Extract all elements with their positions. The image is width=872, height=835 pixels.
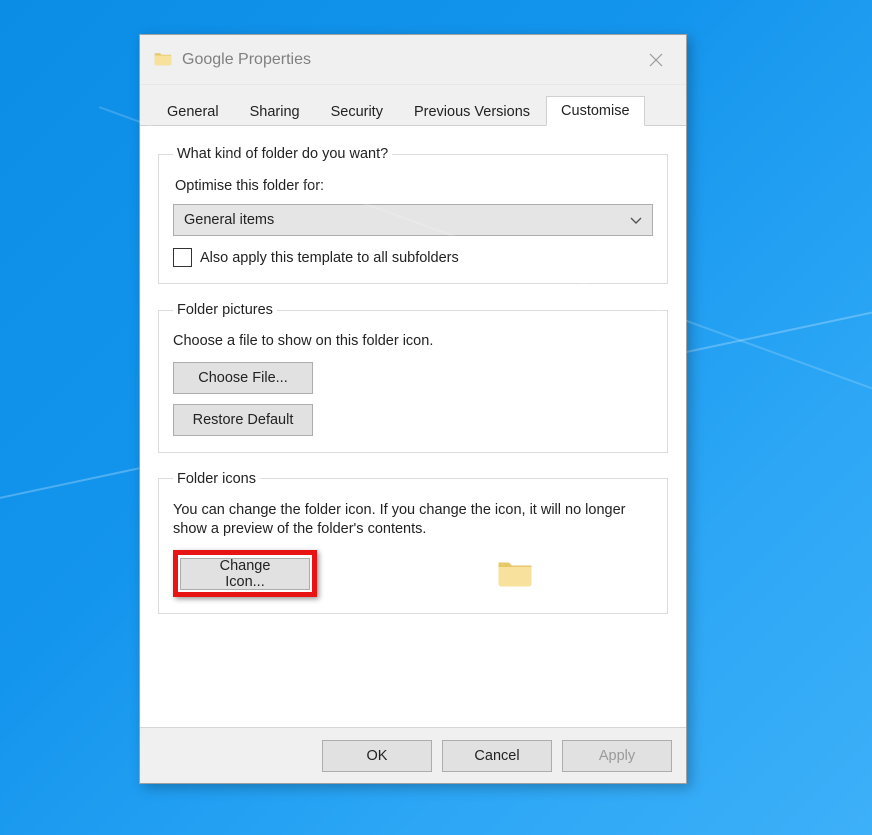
group-folder-kind-legend: What kind of folder do you want? bbox=[173, 146, 392, 162]
group-folder-kind: What kind of folder do you want? Optimis… bbox=[158, 146, 668, 284]
properties-dialog: Google Properties General Sharing Securi… bbox=[139, 34, 687, 784]
close-icon bbox=[649, 53, 663, 67]
tab-customise[interactable]: Customise bbox=[546, 96, 645, 126]
chevron-down-icon bbox=[630, 212, 642, 228]
group-folder-pictures-legend: Folder pictures bbox=[173, 302, 277, 318]
dialog-button-bar: OK Cancel Apply bbox=[140, 727, 686, 783]
cancel-button[interactable]: Cancel bbox=[442, 740, 552, 772]
group-folder-pictures: Folder pictures Choose a file to show on… bbox=[158, 302, 668, 453]
group-folder-icons-legend: Folder icons bbox=[173, 471, 260, 487]
change-icon-highlight: Change Icon... bbox=[173, 550, 317, 597]
group-folder-icons: Folder icons You can change the folder i… bbox=[158, 471, 668, 614]
optimise-select-value: General items bbox=[184, 212, 274, 228]
folder-icon-preview bbox=[497, 558, 533, 588]
tab-security[interactable]: Security bbox=[316, 97, 398, 126]
folder-icons-desc: You can change the folder icon. If you c… bbox=[173, 501, 653, 540]
optimise-select[interactable]: General items bbox=[173, 204, 653, 236]
window-title: Google Properties bbox=[182, 51, 634, 69]
folder-pictures-desc: Choose a file to show on this folder ico… bbox=[173, 332, 653, 352]
tab-content-customise: What kind of folder do you want? Optimis… bbox=[140, 126, 686, 727]
change-icon-button[interactable]: Change Icon... bbox=[180, 558, 310, 590]
choose-file-button[interactable]: Choose File... bbox=[173, 362, 313, 394]
apply-subfolders-row: Also apply this template to all subfolde… bbox=[173, 248, 653, 267]
restore-default-button[interactable]: Restore Default bbox=[173, 404, 313, 436]
tab-sharing[interactable]: Sharing bbox=[235, 97, 315, 126]
apply-subfolders-label: Also apply this template to all subfolde… bbox=[200, 250, 459, 266]
apply-subfolders-checkbox[interactable] bbox=[173, 248, 192, 267]
tab-general[interactable]: General bbox=[152, 97, 234, 126]
tab-previous-versions[interactable]: Previous Versions bbox=[399, 97, 545, 126]
ok-button[interactable]: OK bbox=[322, 740, 432, 772]
folder-icon bbox=[154, 51, 172, 69]
tab-strip: General Sharing Security Previous Versio… bbox=[140, 85, 686, 126]
apply-button[interactable]: Apply bbox=[562, 740, 672, 772]
optimise-label: Optimise this folder for: bbox=[175, 178, 653, 194]
titlebar: Google Properties bbox=[140, 35, 686, 85]
close-button[interactable] bbox=[634, 40, 678, 80]
